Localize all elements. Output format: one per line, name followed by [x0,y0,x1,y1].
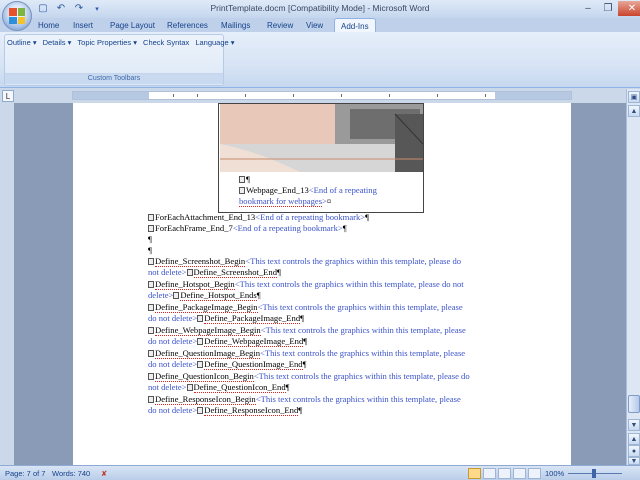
word-count[interactable]: Words: 740 [52,469,90,478]
tab-view[interactable]: View [306,18,323,32]
tab-mailings[interactable]: Mailings [221,18,250,32]
print-layout-view-icon[interactable] [468,468,481,479]
image-caption-note: bookmark for webpages [239,196,323,207]
ruler-toggle-icon[interactable]: ▣ [628,91,640,103]
vertical-scrollbar[interactable]: ▣ ▲ ▼ ▲ ● ▼ [626,89,640,465]
ruler-row: L [0,89,640,103]
define-questionicon-end: not delete> Define_QuestionIcon_End¶ [148,382,290,393]
tab-stop-selector-icon[interactable]: L [2,90,14,102]
tab-add-ins[interactable]: Add-Ins [334,18,376,33]
title-bar: ▢ ↶ ↷ ▾ PrintTemplate.docm [Compatibilit… [0,0,640,31]
custom-toolbars-group: Outline ▾ Details ▾ Topic Properties ▾ C… [4,34,235,86]
document-area[interactable]: ¶ Webpage_End_13<End of a repeating book… [14,103,626,465]
language-menu[interactable]: Language ▾ [195,38,234,47]
foreach-frame-line: ForEachFrame_End_7<End of a repeating bo… [148,223,347,234]
group-label: Custom Toolbars [5,73,223,84]
tab-references[interactable]: References [167,18,208,32]
vertical-ruler [0,103,14,465]
office-logo-icon [9,8,25,24]
define-packageimage-begin: Define_PackageImage_Begin<This text cont… [148,302,463,313]
webpage-image-frame[interactable]: ¶ Webpage_End_13<End of a repeating book… [218,103,424,213]
empty-paragraph: ¶ [148,245,152,255]
tab-review[interactable]: Review [267,18,293,32]
define-webpageimage-end: do not delete> Define_WebpageImage_End¶ [148,336,308,347]
tab-home[interactable]: Home [38,18,59,32]
office-button[interactable] [2,1,32,31]
scroll-down-icon[interactable]: ▼ [628,419,640,431]
define-responseicon-begin: Define_ResponseIcon_Begin<This text cont… [148,394,461,405]
foreach-attachment-line: ForEachAttachment_End_13<End of a repeat… [148,212,369,223]
page-count[interactable]: Page: 7 of 7 [5,469,45,478]
tab-page-layout[interactable]: Page Layout [110,18,155,32]
details-menu[interactable]: Details ▾ [43,38,72,47]
empty-paragraph: ¶ [148,234,152,244]
window-controls: – ❐ ✕ [578,1,640,16]
screenshot-image [220,104,423,172]
define-packageimage-end: do not delete> Define_PackageImage_End¶ [148,313,305,324]
ribbon-tabs: Home Insert Page Layout References Maili… [0,18,640,33]
proofing-icon[interactable]: ✘ [101,469,107,478]
define-questionicon-begin: Define_QuestionIcon_Begin<This text cont… [148,371,470,382]
define-webpageimage-begin: Define_WebpageImage_Begin<This text cont… [148,325,466,336]
draft-view-icon[interactable] [528,468,541,479]
define-questionimage-begin: Define_QuestionImage_Begin<This text con… [148,348,465,359]
ribbon: Outline ▾ Details ▾ Topic Properties ▾ C… [0,32,640,88]
define-responseicon-end: do not delete> Define_ResponseIcon_End¶ [148,405,303,416]
status-bar: Page: 7 of 7 Words: 740 ✘ 100% [0,465,640,480]
zoom-slider-thumb[interactable] [592,469,596,478]
full-screen-reading-icon[interactable] [483,468,496,479]
close-icon[interactable]: ✕ [618,1,640,16]
define-screenshot-begin: Define_Screenshot_Begin<This text contro… [148,256,461,267]
image-caption-bookmark: Webpage_End_13 [246,185,309,195]
next-page-icon[interactable]: ▼ [628,457,640,465]
outline-view-icon[interactable] [513,468,526,479]
define-screenshot-end: not delete> Define_Screenshot_End¶ [148,267,281,278]
window-title: PrintTemplate.docm [Compatibility Mode] … [210,3,430,13]
tab-insert[interactable]: Insert [73,18,93,32]
define-hotspot-end: delete> Define_Hotspot_Ends¶ [148,290,261,301]
define-hotspot-begin: Define_Hotspot_Begin<This text controls … [148,279,464,290]
scroll-thumb[interactable] [628,395,640,413]
topic-properties-menu[interactable]: Topic Properties ▾ [77,38,137,47]
document-page[interactable]: ¶ Webpage_End_13<End of a repeating book… [73,103,571,465]
check-syntax-button[interactable]: Check Syntax [143,38,189,47]
define-questionimage-end: do not delete> Define_QuestionImage_End¶ [148,359,307,370]
restore-icon[interactable]: ❐ [598,1,618,16]
web-layout-icon[interactable] [498,468,511,479]
horizontal-ruler[interactable] [72,91,572,100]
previous-page-icon[interactable]: ▲ [628,433,640,445]
outline-menu[interactable]: Outline ▾ [7,38,37,47]
zoom-level[interactable]: 100% [545,469,564,478]
minimize-icon[interactable]: – [578,1,598,16]
browse-object-icon[interactable]: ● [628,445,640,457]
scroll-up-icon[interactable]: ▲ [628,105,640,117]
